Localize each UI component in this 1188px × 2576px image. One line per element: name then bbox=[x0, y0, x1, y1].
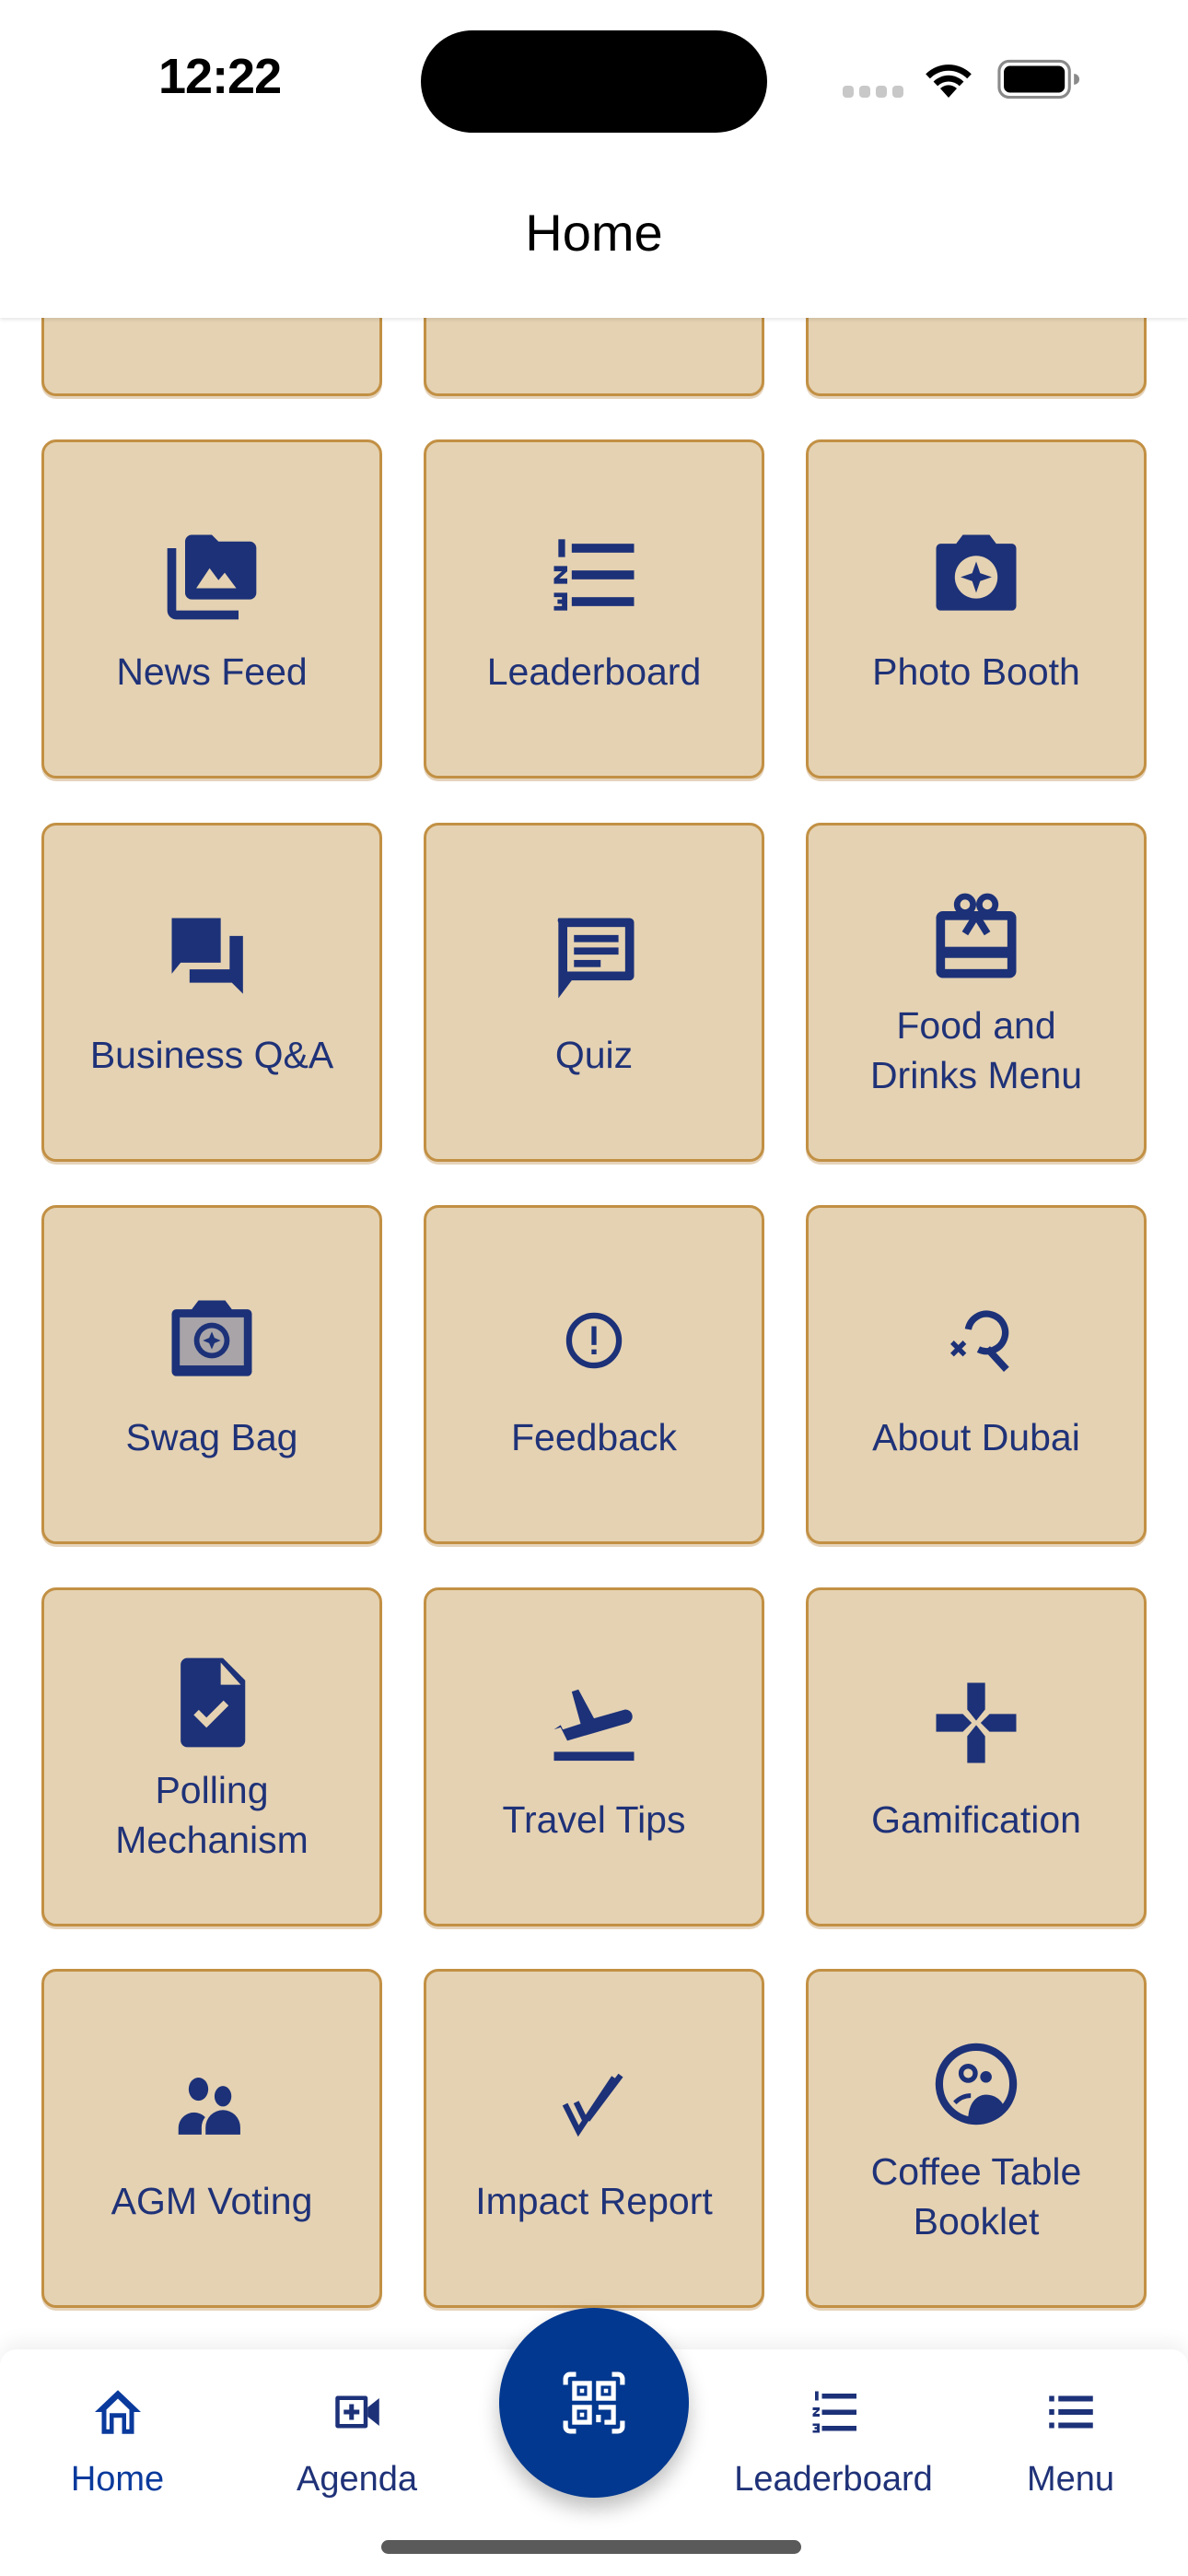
dynamic-island bbox=[421, 30, 767, 133]
tab-agenda[interactable]: Agenda bbox=[272, 2349, 442, 2506]
flight-takeoff-icon bbox=[541, 1669, 647, 1776]
tab-label: Leaderboard bbox=[734, 2460, 933, 2499]
tile-food-drinks-menu[interactable]: Food and Drinks Menu bbox=[806, 823, 1147, 1162]
home-icon bbox=[87, 2384, 148, 2440]
tile-business-qa[interactable]: Business Q&A bbox=[41, 823, 382, 1162]
camera-sparkle-icon bbox=[923, 521, 1030, 628]
tab-label: Home bbox=[70, 2460, 165, 2499]
tile-agm-voting[interactable]: AGM Voting bbox=[41, 1969, 382, 2308]
tab-menu[interactable]: Menu bbox=[990, 2349, 1151, 2506]
cellular-signal-icon bbox=[843, 86, 903, 98]
tile-label: Leaderboard bbox=[486, 650, 702, 693]
photo-library-icon bbox=[158, 521, 265, 628]
tile-gamification[interactable]: Gamification bbox=[806, 1587, 1147, 1926]
tile-label: Photo Booth bbox=[872, 650, 1080, 693]
tile-photo-booth[interactable]: Photo Booth bbox=[806, 439, 1147, 779]
chat-bubbles-icon bbox=[158, 905, 265, 1012]
tile-label: Travel Tips bbox=[502, 1798, 686, 1841]
tile-leaderboard[interactable]: Leaderboard bbox=[424, 439, 764, 779]
people-icon bbox=[158, 2051, 265, 2158]
tile-label: Food and Drinks Menu bbox=[869, 1004, 1083, 1096]
file-check-icon bbox=[158, 1649, 265, 1756]
battery-icon bbox=[997, 59, 1080, 100]
gamepad-icon bbox=[923, 1669, 1030, 1776]
qr-scan-button[interactable] bbox=[499, 2308, 689, 2498]
list-icon bbox=[1041, 2384, 1101, 2440]
qr-scan-icon bbox=[563, 2371, 625, 2434]
camera-icon bbox=[158, 1287, 265, 1394]
tile-label: Business Q&A bbox=[89, 1034, 334, 1076]
message-lines-icon bbox=[541, 905, 647, 1012]
alert-circle-icon bbox=[541, 1287, 647, 1394]
tile-label: About Dubai bbox=[872, 1416, 1080, 1458]
tile-label: AGM Voting bbox=[111, 2180, 313, 2222]
gift-card-icon bbox=[923, 884, 1030, 991]
tile-feedback[interactable]: Feedback bbox=[424, 1205, 764, 1544]
tile-about-dubai[interactable]: About Dubai bbox=[806, 1205, 1147, 1544]
video-add-icon bbox=[327, 2384, 388, 2440]
numbered-list-icon bbox=[803, 2384, 864, 2440]
double-check-icon bbox=[541, 2051, 647, 2158]
face-image-icon bbox=[923, 2031, 1030, 2137]
navigation-header: 12:22 Home bbox=[0, 0, 1188, 318]
tile-label: Feedback bbox=[510, 1416, 678, 1458]
tile-swag-bag[interactable]: Swag Bag bbox=[41, 1205, 382, 1544]
status-time: 12:22 bbox=[158, 49, 282, 104]
tab-label: Agenda bbox=[296, 2460, 417, 2499]
tile-coffee-table-booklet[interactable]: Coffee Table Booklet bbox=[806, 1969, 1147, 2308]
tab-home[interactable]: Home bbox=[37, 2349, 198, 2506]
tab-leaderboard[interactable]: Leaderboard bbox=[723, 2349, 944, 2506]
tab-label: Menu bbox=[1026, 2460, 1115, 2499]
tile-news-feed[interactable]: News Feed bbox=[41, 439, 382, 779]
search-close-icon bbox=[923, 1287, 1030, 1394]
tile-quiz[interactable]: Quiz bbox=[424, 823, 764, 1162]
page-title: Home bbox=[525, 204, 663, 262]
tile-travel-tips[interactable]: Travel Tips bbox=[424, 1587, 764, 1926]
tile-label: News Feed bbox=[116, 650, 308, 693]
feature-grid: Assistance News Feed Leaderboard Photo B… bbox=[0, 0, 1188, 2576]
tile-label: Swag Bag bbox=[125, 1416, 298, 1458]
home-indicator[interactable] bbox=[381, 2540, 801, 2554]
tile-label: Impact Report bbox=[475, 2180, 713, 2222]
tile-label: Gamification bbox=[871, 1798, 1081, 1841]
tile-label: Quiz bbox=[554, 1034, 634, 1076]
numbered-list-icon bbox=[541, 521, 647, 628]
tile-label: Coffee Table Booklet bbox=[870, 2150, 1082, 2242]
tile-polling-mechanism[interactable]: Polling Mechanism bbox=[41, 1587, 382, 1926]
tile-impact-report[interactable]: Impact Report bbox=[424, 1969, 764, 2308]
tile-label: Polling Mechanism bbox=[115, 1769, 309, 1861]
wifi-icon bbox=[926, 64, 972, 98]
